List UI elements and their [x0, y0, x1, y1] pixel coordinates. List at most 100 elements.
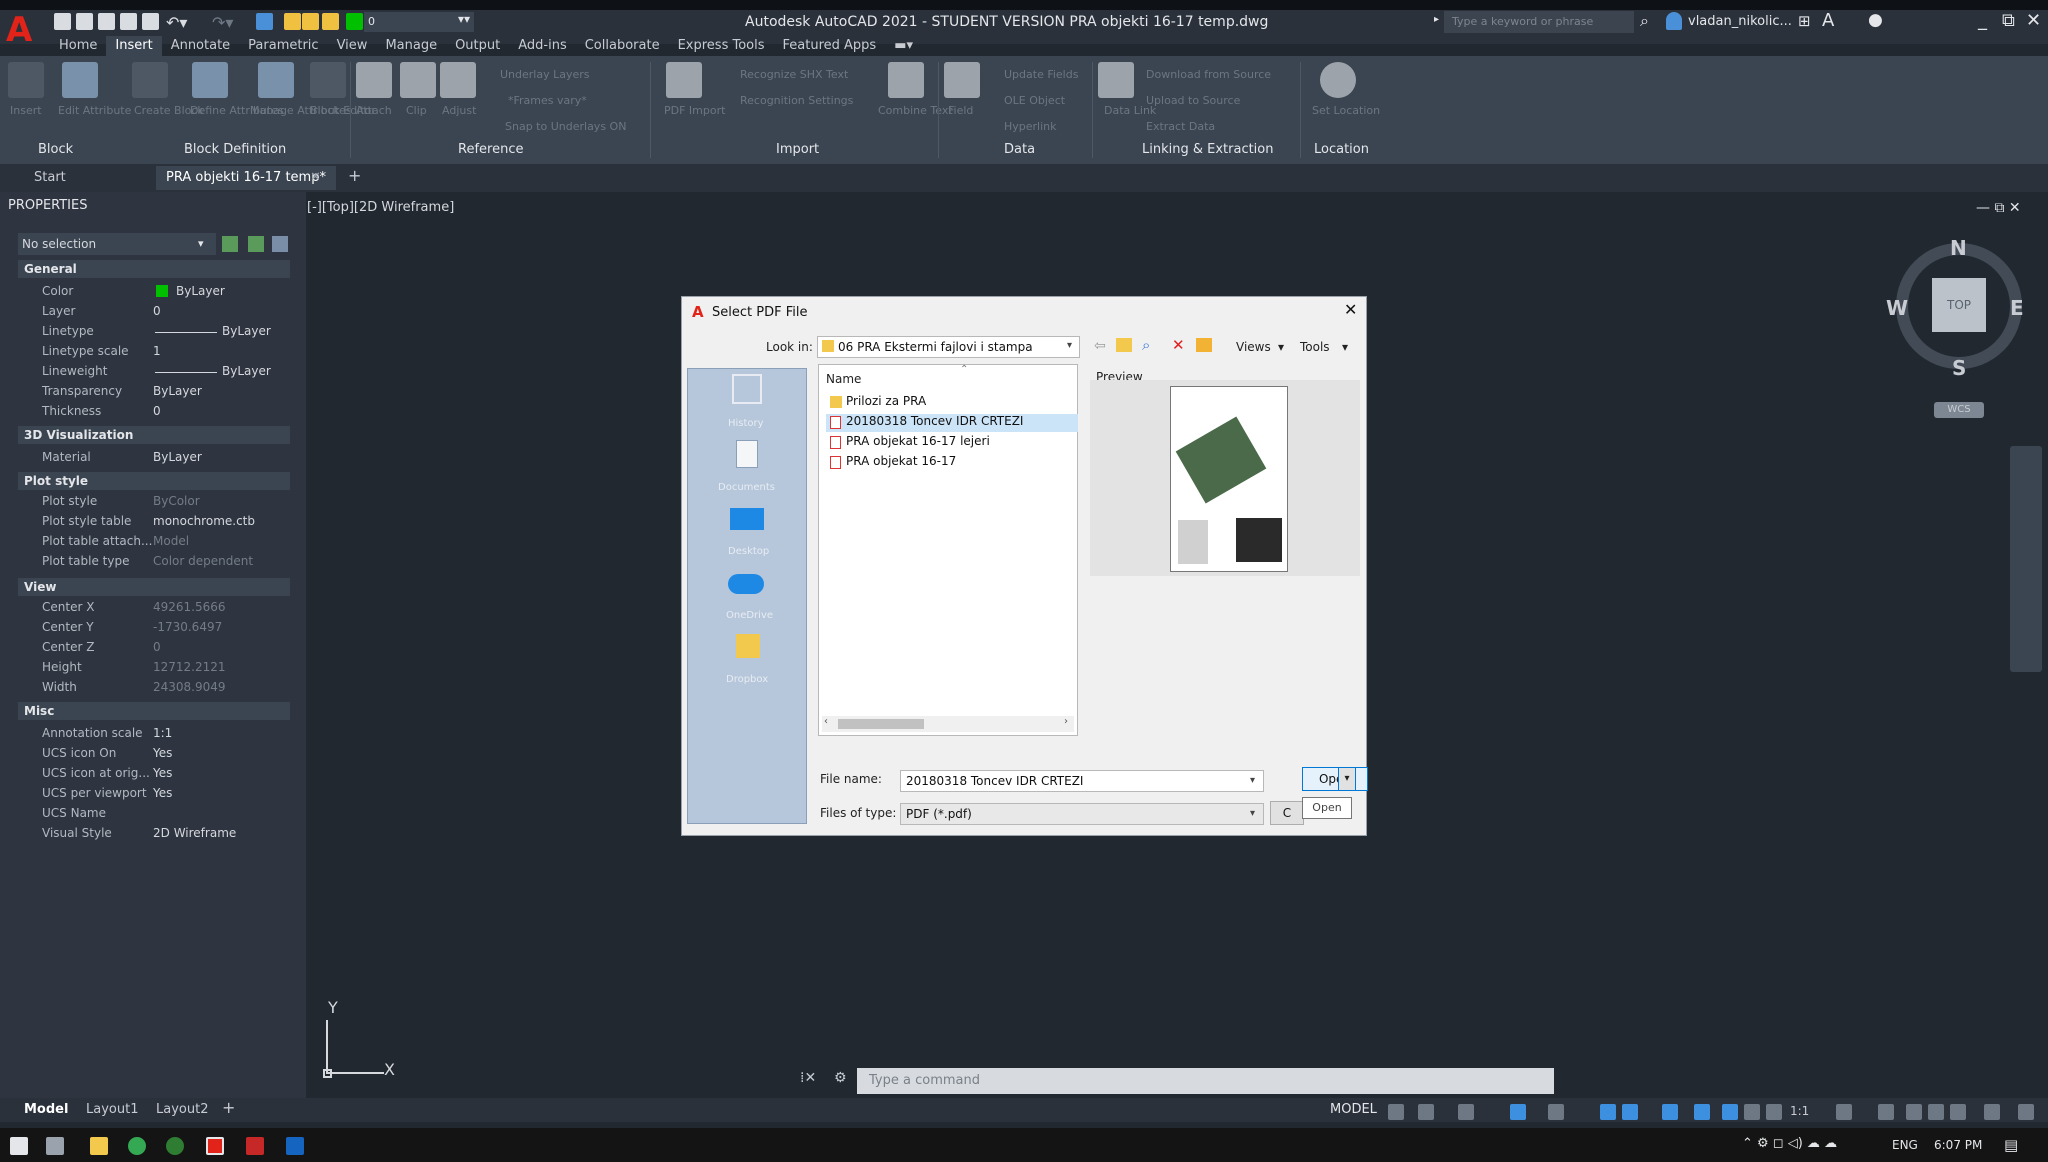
pdf-import-icon[interactable]	[666, 62, 702, 98]
layer-freeze-icon[interactable]	[302, 13, 319, 30]
open-options-chevron-icon[interactable]: ▾	[1338, 767, 1356, 791]
search-input[interactable]: Type a keyword or phrase	[1444, 11, 1634, 33]
compass-south[interactable]: S	[1952, 356, 1966, 380]
windows-start-icon[interactable]	[10, 1137, 28, 1155]
grid-icon[interactable]	[1388, 1104, 1404, 1120]
section-plot-style[interactable]: Plot style	[18, 472, 290, 490]
customization-icon[interactable]	[2018, 1104, 2034, 1120]
hyperlink-button[interactable]: Hyperlink	[1004, 120, 1057, 133]
tab-add-ins[interactable]: Add-ins	[509, 36, 575, 56]
quick-properties-icon[interactable]	[1928, 1104, 1944, 1120]
user-name[interactable]: vladan_nikolic...	[1688, 14, 1792, 29]
compass-east[interactable]: E	[2010, 296, 2024, 320]
panel-block-label[interactable]: Block	[38, 142, 73, 157]
file-item[interactable]: PRA objekat 16-17	[836, 454, 956, 468]
layer-lock-icon[interactable]	[322, 13, 339, 30]
open-button[interactable]: Open	[1302, 767, 1368, 791]
qplot-icon[interactable]	[142, 13, 159, 30]
tab-output[interactable]: Output	[446, 36, 509, 56]
combine-text-button[interactable]: Combine Text	[878, 104, 953, 117]
workspace-gear-icon[interactable]	[1836, 1104, 1852, 1120]
app-icon[interactable]	[166, 1137, 184, 1155]
up-folder-icon[interactable]	[1116, 338, 1132, 352]
ole-object-button[interactable]: OLE Object	[1004, 94, 1065, 107]
panel-reference-label[interactable]: Reference	[458, 142, 523, 157]
place-desktop[interactable]: Desktop	[728, 546, 769, 557]
navigation-bar[interactable]	[2010, 446, 2042, 672]
file-name-input[interactable]: 20180318 Toncev IDR CRTEZI	[900, 770, 1264, 792]
name-column-header[interactable]: Name	[826, 372, 861, 386]
place-onedrive[interactable]: OneDrive	[726, 610, 773, 621]
tab-insert[interactable]: Insert	[106, 36, 162, 56]
clock[interactable]: 6:07 PM	[1934, 1138, 1982, 1152]
wcs-menu[interactable]: WCS	[1934, 402, 1984, 418]
prop-value[interactable]: ByLayer	[222, 364, 271, 378]
qnew-icon[interactable]	[54, 13, 71, 30]
osnap-icon[interactable]	[1622, 1104, 1638, 1120]
search-web-icon[interactable]: ⌕	[1142, 336, 1150, 354]
lineweight-icon[interactable]	[1662, 1104, 1678, 1120]
model-space-button[interactable]: MODEL	[1330, 1102, 1377, 1117]
active-doc-tab[interactable]: PRA objekti 16-17 temp*	[166, 170, 326, 185]
back-icon[interactable]: ⇦	[1094, 338, 1106, 354]
update-fields-button[interactable]: Update Fields	[1004, 68, 1078, 81]
ribbon-minimize-icon[interactable]: ▬▾	[885, 36, 922, 56]
prop-value[interactable]: ByLayer	[153, 450, 202, 464]
set-location-button[interactable]: Set Location	[1312, 104, 1380, 117]
history-icon[interactable]	[732, 374, 762, 404]
create-block-icon[interactable]	[132, 62, 168, 98]
dialog-close-icon[interactable]: ✕	[1344, 300, 1357, 319]
autocad-logo[interactable]: A	[6, 13, 36, 47]
file-item[interactable]: PRA objekat 16-17 lejeri	[836, 434, 990, 448]
command-input[interactable]: Type a command	[857, 1068, 1554, 1094]
section-misc[interactable]: Misc	[18, 702, 290, 720]
edit-attribute-button[interactable]: Edit Attribute	[58, 104, 131, 117]
combine-text-icon[interactable]	[888, 62, 924, 98]
tab-manage[interactable]: Manage	[376, 36, 446, 56]
place-history[interactable]: History	[728, 418, 764, 429]
lock-ui-icon[interactable]	[1950, 1104, 1966, 1120]
restore-icon[interactable]: ⧉	[2002, 10, 2015, 31]
prop-value[interactable]: ByLayer	[222, 324, 271, 338]
start-tab[interactable]: Start	[34, 170, 66, 185]
compass-west[interactable]: W	[1886, 296, 1908, 320]
download-from-source-button[interactable]: Download from Source	[1146, 68, 1271, 81]
adjust-button[interactable]: Adjust	[442, 104, 476, 117]
file-type-dropdown[interactable]: PDF (*.pdf)	[900, 803, 1264, 825]
close-icon[interactable]: ✕	[2026, 10, 2041, 31]
tab-model[interactable]: Model	[24, 1102, 68, 1117]
minimize-icon[interactable]: _	[1978, 10, 1987, 31]
upload-to-source-button[interactable]: Upload to Source	[1146, 94, 1240, 107]
insert-block-icon[interactable]	[8, 62, 44, 98]
insert-button[interactable]: Insert	[10, 104, 42, 117]
file-name-chevron-icon[interactable]: ▾	[1250, 775, 1255, 786]
panel-block-definition-label[interactable]: Block Definition	[184, 142, 286, 157]
new-tab-icon[interactable]: +	[348, 166, 361, 185]
scrollbar-thumb[interactable]	[838, 719, 924, 729]
prop-value[interactable]: Yes	[153, 746, 172, 760]
file-item[interactable]: Prilozi za PRA	[836, 394, 926, 408]
qopen-icon[interactable]	[76, 13, 93, 30]
polar-icon[interactable]	[1510, 1104, 1526, 1120]
compass-north[interactable]: N	[1950, 236, 1967, 260]
scroll-right-icon[interactable]: ›	[1064, 716, 1068, 727]
globe-icon[interactable]	[1320, 62, 1356, 98]
layer-on-icon[interactable]	[284, 13, 301, 30]
add-layout-icon[interactable]: +	[222, 1098, 235, 1117]
attach-icon[interactable]	[356, 62, 392, 98]
prop-value[interactable]: ByLayer	[153, 384, 202, 398]
prop-value[interactable]: Yes	[153, 766, 172, 780]
desktop-icon[interactable]	[730, 508, 764, 530]
units-icon[interactable]	[1906, 1104, 1922, 1120]
file-item-selected[interactable]: 20180318 Toncev IDR CRTEZI	[836, 414, 1023, 428]
recognition-settings-button[interactable]: Recognition Settings	[740, 94, 853, 107]
viewcube-top[interactable]: TOP	[1932, 278, 1986, 332]
section-general[interactable]: General	[18, 260, 290, 278]
ortho-icon[interactable]	[1458, 1104, 1474, 1120]
workspace-icon[interactable]	[256, 13, 273, 30]
manage-attributes-icon[interactable]	[258, 62, 294, 98]
command-customize-icon[interactable]: ⚙	[834, 1070, 847, 1086]
tab-annotate[interactable]: Annotate	[162, 36, 239, 56]
underlay-layers-button[interactable]: Underlay Layers	[500, 68, 590, 81]
tab-express-tools[interactable]: Express Tools	[669, 36, 774, 56]
